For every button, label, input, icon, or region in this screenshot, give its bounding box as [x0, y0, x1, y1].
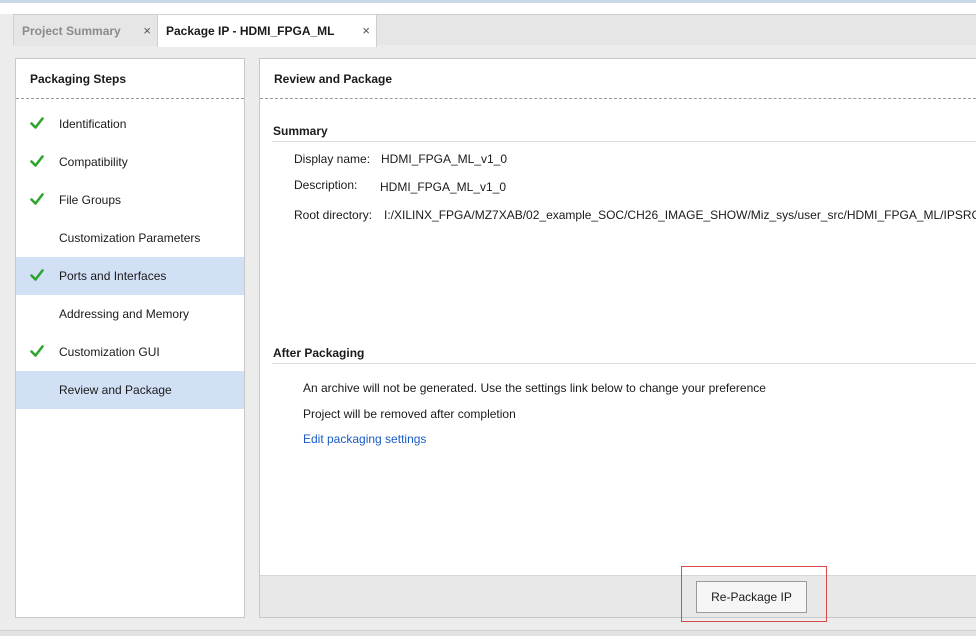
- step-ports-and-interfaces[interactable]: Ports and Interfaces: [16, 257, 244, 295]
- packaging-steps-pane: Packaging Steps Identification Compatibi…: [15, 58, 245, 618]
- editor-tab-bar: Project Summary × Package IP - HDMI_FPGA…: [13, 14, 976, 47]
- step-review-and-package[interactable]: Review and Package: [16, 371, 244, 409]
- checkmark-icon: [30, 155, 44, 167]
- window-top-gap: [0, 3, 976, 14]
- step-label: Customization Parameters: [59, 231, 201, 245]
- description-value: HDMI_FPGA_ML_v1_0: [380, 180, 507, 194]
- archive-note: An archive will not be generated. Use th…: [303, 381, 766, 395]
- step-label: Compatibility: [59, 155, 128, 169]
- window-bottom-strip: [0, 630, 976, 636]
- root-directory-label: Root directory:: [294, 208, 373, 222]
- step-label: Customization GUI: [59, 345, 160, 359]
- close-icon[interactable]: ×: [143, 23, 151, 38]
- review-and-package-title: Review and Package: [260, 59, 976, 99]
- edit-packaging-settings-link[interactable]: Edit packaging settings: [303, 432, 426, 446]
- step-label: Addressing and Memory: [59, 307, 190, 321]
- step-label: Ports and Interfaces: [59, 269, 167, 283]
- review-and-package-pane: Review and Package Summary Display name:…: [259, 58, 976, 622]
- close-icon[interactable]: ×: [362, 23, 370, 38]
- after-packaging-heading: After Packaging: [273, 346, 365, 360]
- checkmark-icon: [30, 117, 44, 129]
- summary-divider: [272, 141, 976, 142]
- step-addressing-and-memory[interactable]: Addressing and Memory: [16, 295, 244, 333]
- checkmark-icon: [30, 193, 44, 205]
- checkmark-icon: [30, 345, 44, 357]
- tab-project-summary[interactable]: Project Summary ×: [14, 15, 157, 46]
- pane-footer: [260, 575, 976, 617]
- display-name-value: HDMI_FPGA_ML_v1_0: [381, 152, 508, 166]
- step-label: Identification: [59, 117, 127, 131]
- project-removal-note: Project will be removed after completion: [303, 407, 516, 421]
- packaging-steps-title: Packaging Steps: [16, 59, 244, 99]
- display-name-label: Display name:: [294, 152, 371, 166]
- tab-package-ip[interactable]: Package IP - HDMI_FPGA_ML ×: [157, 15, 377, 47]
- tab-label: Project Summary: [22, 23, 121, 38]
- step-file-groups[interactable]: File Groups: [16, 181, 244, 219]
- summary-heading: Summary: [273, 124, 328, 138]
- checkmark-icon: [30, 269, 44, 281]
- re-package-ip-button[interactable]: Re-Package IP: [696, 581, 807, 613]
- step-label: File Groups: [59, 193, 122, 207]
- step-customization-parameters[interactable]: Customization Parameters: [16, 219, 244, 257]
- description-label: Description:: [294, 178, 358, 192]
- step-customization-gui[interactable]: Customization GUI: [16, 333, 244, 371]
- root-directory-value: I:/XILINX_FPGA/MZ7XAB/02_example_SOC/CH2…: [384, 208, 976, 222]
- step-compatibility[interactable]: Compatibility: [16, 143, 244, 181]
- step-label: Review and Package: [59, 383, 172, 397]
- after-packaging-divider: [272, 363, 976, 364]
- step-identification[interactable]: Identification: [16, 105, 244, 143]
- tab-label: Package IP - HDMI_FPGA_ML: [166, 24, 335, 38]
- packaging-steps-list: Identification Compatibility File Groups…: [16, 105, 244, 409]
- pane-splitter[interactable]: [245, 58, 259, 618]
